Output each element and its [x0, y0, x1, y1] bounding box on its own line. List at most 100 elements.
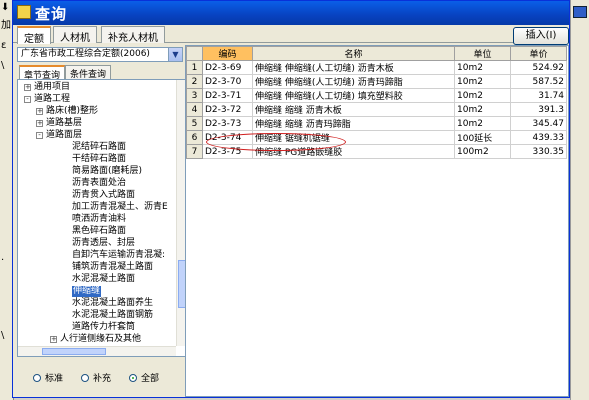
tree-item-label: 水泥混凝土路面钢筋: [72, 310, 154, 320]
cell-unit[interactable]: 100延长: [454, 130, 511, 145]
cell-name[interactable]: 伸缩缝 伸缩缝(人工切缝) 填充塑料胶: [252, 88, 455, 103]
table-header-row: 编码 名称 单位 单价: [186, 46, 567, 61]
chevron-down-icon[interactable]: ▼: [168, 48, 182, 61]
scroll-thumb[interactable]: [42, 348, 106, 355]
cell-name[interactable]: 伸缩缝 伸缩缝(人工切缝) 沥青木板: [252, 60, 455, 75]
tree-item-label: 加工沥青混凝土、沥青E: [72, 202, 168, 212]
tree-item-label: 道路面层: [46, 130, 83, 140]
radio-icon: [33, 374, 41, 382]
query-window: 查询 定额 人材机 补充人材机 插入(I) 广东省市政工程综合定额(2006) …: [12, 0, 570, 398]
radio-all[interactable]: 全部: [129, 371, 159, 384]
tree-item-label: 道路基层: [46, 118, 83, 128]
tree-item-label: 沥青表面处治: [72, 178, 127, 188]
column-header-name[interactable]: 名称: [252, 46, 455, 61]
tab-condition-search[interactable]: 条件查询: [65, 65, 112, 80]
tab-labor-material[interactable]: 人材机: [53, 26, 97, 44]
cell-code[interactable]: D2-3-71: [202, 88, 253, 103]
cell-price[interactable]: 391.3: [510, 102, 567, 117]
tab-row: 定额 人材机 补充人材机: [13, 25, 569, 45]
row-number: 3: [186, 88, 203, 103]
radio-supplementary[interactable]: 补充: [81, 371, 111, 384]
expand-icon[interactable]: +: [24, 84, 31, 91]
column-header-index: [186, 46, 203, 61]
tree-item-label: 人行道侧缘石及其他: [60, 334, 142, 344]
tree-item-label: 泥结碎石路面: [72, 142, 127, 152]
tree-item-label: 铺筑沥青混凝土路面: [72, 262, 154, 272]
expand-icon[interactable]: +: [50, 336, 57, 343]
cell-code[interactable]: D2-3-72: [202, 102, 253, 117]
tab-chapter-search[interactable]: 章节查询: [19, 65, 66, 81]
radio-checked-icon: [129, 374, 137, 382]
collapse-icon[interactable]: -: [24, 96, 31, 103]
tree-item-label: 水泥混凝土路面: [72, 274, 136, 284]
column-header-code[interactable]: 编码: [202, 46, 253, 61]
cell-unit[interactable]: 10m2: [454, 60, 511, 75]
library-select-value: 广东省市政工程综合定额(2006): [21, 49, 150, 59]
tree-item-label: 简易路面(磨耗层): [72, 166, 143, 176]
background-fragment: ·: [1, 255, 5, 266]
results-grid[interactable]: 编码 名称 单位 单价 1 D2-3-69 伸缩缝 伸缩缝(人工切缝) 沥青木板…: [185, 45, 569, 397]
chapter-tree[interactable]: + 通用项目 - 道路工程 + 路床(槽)整形 + 道路基层 - 道路面层 泥结碎石路面 …: [17, 79, 187, 357]
tree-item-label: 沥青透层、封层: [72, 238, 136, 248]
library-select[interactable]: 广东省市政工程综合定额(2006) ▼: [17, 47, 183, 62]
filter-radio-group: 标准 补充 全部: [17, 361, 187, 395]
app-icon: [17, 5, 31, 19]
row-number: 2: [186, 74, 203, 89]
background-fragment: 加: [1, 20, 11, 31]
background-fragment: ε: [1, 40, 7, 51]
insert-button[interactable]: 插入(I): [513, 27, 569, 45]
cell-price[interactable]: 345.47: [510, 116, 567, 131]
tab-supplementary[interactable]: 补充人材机: [101, 26, 165, 44]
cell-price[interactable]: 330.35: [510, 144, 567, 159]
cell-unit[interactable]: 10m2: [454, 116, 511, 131]
table-row[interactable]: 1 D2-3-69 伸缩缝 伸缩缝(人工切缝) 沥青木板 10m2 524.92: [186, 60, 567, 75]
background-window-icon: [573, 6, 587, 18]
cell-price[interactable]: 31.74: [510, 88, 567, 103]
cell-price[interactable]: 587.52: [510, 74, 567, 89]
cell-unit[interactable]: 10m2: [454, 74, 511, 89]
cell-name[interactable]: 伸缩缝 缩缝 沥青木板: [252, 102, 455, 117]
cell-unit[interactable]: 100m2: [454, 144, 511, 159]
row-number: 1: [186, 60, 203, 75]
cell-unit[interactable]: 10m2: [454, 88, 511, 103]
tree-item-label: 伸缩缝: [72, 286, 102, 297]
background-fragment: \: [1, 60, 5, 71]
row-number: 6: [186, 130, 203, 145]
tree-item-label: 干结碎石路面: [72, 154, 127, 164]
cell-code[interactable]: D2-3-69: [202, 60, 253, 75]
tree-item-label: 黑色碎石路面: [72, 226, 127, 236]
expand-icon[interactable]: +: [36, 108, 43, 115]
tree-item-label: 通用项目: [34, 82, 71, 92]
cell-code[interactable]: D2-3-73: [202, 116, 253, 131]
cell-price[interactable]: 524.92: [510, 60, 567, 75]
radio-label: 标准: [45, 374, 64, 384]
row-number: 7: [186, 144, 203, 159]
table-row[interactable]: 3 D2-3-71 伸缩缝 伸缩缝(人工切缝) 填充塑料胶 10m2 31.74: [186, 88, 567, 103]
tree-item-label: 道路传力杆套筒: [72, 322, 136, 332]
column-header-price[interactable]: 单价: [510, 46, 567, 61]
table-row[interactable]: 5 D2-3-73 伸缩缝 缩缝 沥青玛蹄脂 10m2 345.47: [186, 116, 567, 131]
tree-item-label: 沥青贯入式路面: [72, 190, 136, 200]
cell-code[interactable]: D2-3-70: [202, 74, 253, 89]
collapse-icon[interactable]: -: [36, 132, 43, 139]
cell-name[interactable]: 伸缩缝 伸缩缝(人工切缝) 沥青玛蹄脂: [252, 74, 455, 89]
background-app-right: [570, 0, 589, 400]
tree-item-label: 水泥混凝土路面养生: [72, 298, 154, 308]
tab-quota[interactable]: 定额: [17, 26, 51, 45]
title-bar[interactable]: 查询: [13, 1, 569, 25]
column-header-unit[interactable]: 单位: [454, 46, 511, 61]
table-row[interactable]: 2 D2-3-70 伸缩缝 伸缩缝(人工切缝) 沥青玛蹄脂 10m2 587.5…: [186, 74, 567, 89]
cell-price[interactable]: 439.33: [510, 130, 567, 145]
tree-item-label: 道路工程: [34, 94, 71, 104]
row-number: 4: [186, 102, 203, 117]
table-row[interactable]: 4 D2-3-72 伸缩缝 缩缝 沥青木板 10m2 391.3: [186, 102, 567, 117]
cell-name[interactable]: 伸缩缝 缩缝 沥青玛蹄脂: [252, 116, 455, 131]
tree-horizontal-scrollbar[interactable]: [18, 346, 176, 356]
expand-icon[interactable]: +: [36, 120, 43, 127]
cell-unit[interactable]: 10m2: [454, 102, 511, 117]
tree-item-label: 喷洒沥青油料: [72, 214, 127, 224]
tree-item-label: 路床(槽)整形: [46, 106, 99, 116]
radio-icon: [81, 374, 89, 382]
annotation-ellipse: [206, 133, 346, 151]
radio-standard[interactable]: 标准: [33, 371, 63, 384]
